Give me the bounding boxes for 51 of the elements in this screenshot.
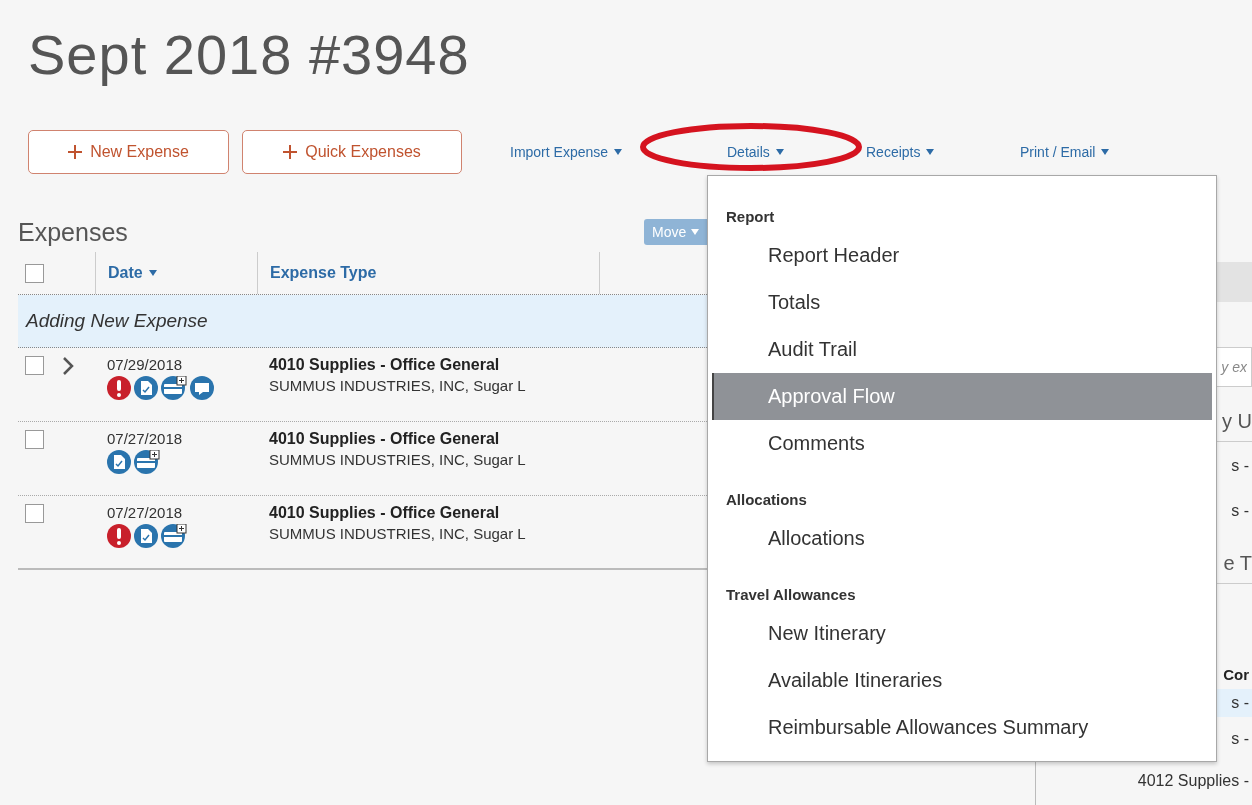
menu-item[interactable]: Audit Trail	[712, 326, 1212, 373]
column-header[interactable]: Expense Type	[270, 264, 377, 282]
caret-icon	[926, 149, 935, 155]
list-item[interactable]: 4012 Supplies -	[1036, 767, 1252, 795]
expense-date: 07/27/2018	[107, 430, 184, 447]
menu-item[interactable]: New Itinerary	[712, 610, 1212, 657]
add-expense-button[interactable]: Quick Expenses	[242, 130, 462, 174]
plus-icon	[283, 145, 298, 159]
expense-type: 4010 Supplies - Office General	[269, 430, 501, 448]
expense-date: 07/29/2018	[107, 356, 184, 373]
comment-icon	[190, 376, 214, 400]
menu-link[interactable]: Details	[727, 144, 784, 160]
row-checkbox[interactable]	[25, 430, 44, 449]
caret-icon	[775, 149, 784, 155]
menu-group-heading: Travel Allowances	[725, 585, 857, 605]
alert-icon	[107, 524, 131, 548]
column-header: Cor	[1223, 666, 1250, 683]
vendor-name: SUMMUS INDUSTRIES, INC, Sugar L	[269, 525, 526, 542]
row-checkbox[interactable]	[25, 504, 44, 523]
alert-icon	[107, 376, 131, 400]
caret-icon	[691, 229, 700, 235]
card-icon	[161, 376, 187, 400]
caret-icon	[1101, 149, 1110, 155]
expense-date: 07/27/2018	[107, 504, 184, 521]
card-icon	[134, 450, 160, 474]
column-header[interactable]: Date	[108, 264, 143, 282]
menu-group-heading: Allocations	[725, 490, 808, 510]
row-checkbox[interactable]	[25, 356, 44, 375]
expense-type: 4010 Supplies - Office General	[269, 504, 501, 522]
caret-icon	[148, 270, 157, 276]
report-title: Sept 2018 #3948	[28, 22, 471, 88]
card-icon	[161, 524, 187, 548]
menu-group-heading: Report	[725, 207, 776, 227]
receipt-icon	[134, 524, 158, 548]
menu-link[interactable]: Receipts	[866, 144, 935, 160]
expand-chevron-icon[interactable]	[62, 356, 74, 376]
menu-item[interactable]: Totals	[712, 279, 1212, 326]
menu-link[interactable]: Import Expense	[510, 144, 623, 160]
expense-type: 4010 Supplies - Office General	[269, 356, 501, 374]
vendor-name: SUMMUS INDUSTRIES, INC, Sugar L	[269, 451, 526, 468]
menu-item[interactable]: Reimbursable Allowances Summary	[712, 704, 1212, 751]
vendor-name: SUMMUS INDUSTRIES, INC, Sugar L	[269, 377, 526, 394]
plus-icon	[68, 145, 83, 159]
menu-link[interactable]: Print / Email	[1020, 144, 1110, 160]
select-all-checkbox[interactable]	[25, 263, 44, 283]
caret-icon	[614, 149, 623, 155]
menu-item[interactable]: Available Itineraries	[712, 657, 1212, 704]
add-expense-button[interactable]: New Expense	[28, 130, 229, 174]
expenses-heading: Expenses	[18, 217, 128, 247]
receipt-icon	[107, 450, 131, 474]
receipt-icon	[134, 376, 158, 400]
